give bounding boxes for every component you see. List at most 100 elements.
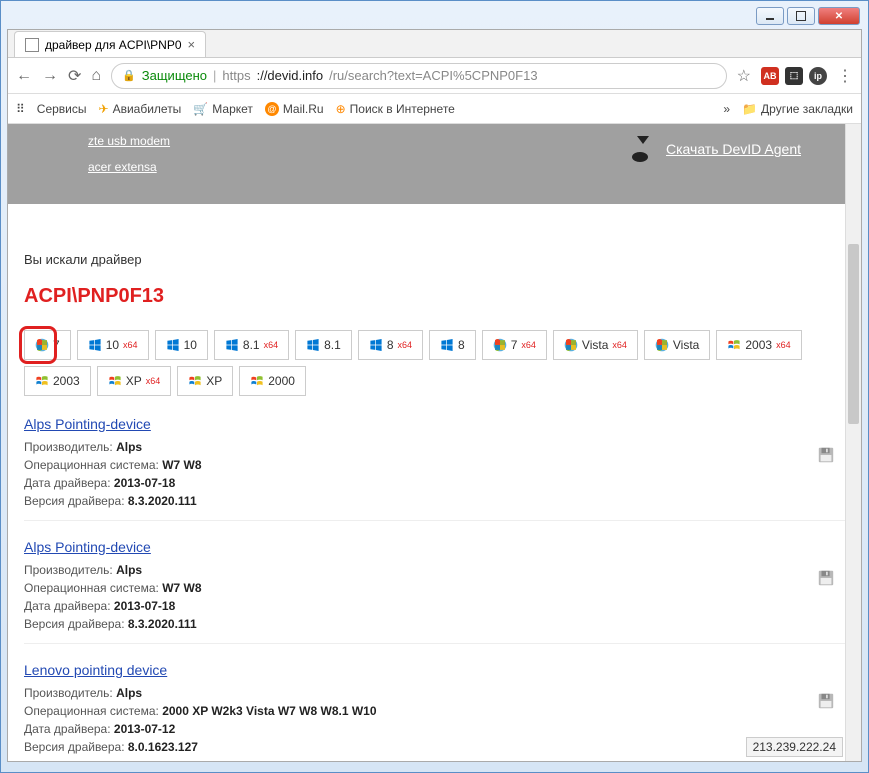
driver-version: Версия драйвера: 8.0.1623.127 (24, 738, 845, 756)
driver-manufacturer: Производитель: Alps (24, 438, 845, 456)
os-label: 10 (106, 338, 119, 352)
windows-logo-icon (88, 338, 102, 352)
windows-logo-icon (655, 338, 669, 352)
os-tab-10-x64[interactable]: 10x64 (77, 330, 149, 360)
ip-extension-icon[interactable]: ip (809, 67, 827, 85)
other-bookmarks[interactable]: 📁Другие закладки (742, 102, 853, 116)
extension-icons: AB ⬚ ip (761, 67, 827, 85)
os-tab-7[interactable]: 7 (24, 330, 71, 360)
os-label: XP (206, 374, 222, 388)
os-tab-10[interactable]: 10 (155, 330, 208, 360)
window-title-bar: ✕ (7, 7, 862, 29)
os-tab-8.1-x64[interactable]: 8.1x64 (214, 330, 289, 360)
x64-badge: x64 (521, 340, 536, 350)
tab-close-button[interactable]: × (188, 37, 196, 52)
site-header-gray: zte usb modem acer extensa Скачать DevID… (8, 124, 861, 204)
address-bar[interactable]: 🔒 Защищено | https://devid.info/ru/searc… (111, 63, 727, 89)
driver-item: Alps Pointing-deviceПроизводитель: AlpsО… (24, 539, 845, 644)
os-tab-7-x64[interactable]: 7x64 (482, 330, 547, 360)
os-label: Vista (582, 338, 608, 352)
windows-logo-icon (250, 374, 264, 388)
bookmark-mail[interactable]: @Mail.Ru (265, 102, 324, 116)
driver-list: Alps Pointing-deviceПроизводитель: AlpsО… (24, 416, 845, 761)
os-tab-XP[interactable]: XP (177, 366, 233, 396)
back-button[interactable]: ← (16, 67, 32, 85)
searched-label: Вы искали драйвер (24, 252, 845, 267)
os-tab-XP-x64[interactable]: XPx64 (97, 366, 172, 396)
url-host: ://devid.info (257, 68, 324, 83)
windows-logo-icon (493, 338, 507, 352)
lock-icon: 🔒 (122, 69, 136, 82)
driver-manufacturer: Производитель: Alps (24, 684, 845, 702)
bookmark-avia[interactable]: ✈Авиабилеты (99, 102, 182, 116)
driver-title-link[interactable]: Alps Pointing-device (24, 416, 151, 432)
windows-logo-icon (108, 374, 122, 388)
download-devid-agent-link[interactable]: Скачать DevID Agent (630, 136, 801, 162)
forward-button[interactable]: → (42, 67, 58, 85)
driver-title-link[interactable]: Lenovo pointing device (24, 662, 167, 678)
os-tab-8[interactable]: 8 (429, 330, 476, 360)
windows-logo-icon (727, 338, 741, 352)
x64-badge: x64 (146, 376, 161, 386)
bookmarks-bar: ⠿ Сервисы ✈Авиабилеты 🛒Маркет @Mail.Ru ⊕… (8, 94, 861, 124)
windows-logo-icon (440, 338, 454, 352)
bookmark-apps[interactable]: Сервисы (37, 102, 87, 116)
secure-label: Защищено (142, 68, 207, 83)
save-driver-button[interactable] (817, 446, 835, 464)
related-link-2[interactable]: acer extensa (88, 160, 781, 174)
driver-os: Операционная система: 2000 XP W2k3 Vista… (24, 702, 845, 720)
device-id-heading: ACPI\PNP0F13 (24, 285, 845, 308)
nav-toolbar: ← → ⟳ ⌂ 🔒 Защищено | https://devid.info/… (8, 58, 861, 94)
url-scheme: https (222, 68, 250, 83)
driver-title-link[interactable]: Alps Pointing-device (24, 539, 151, 555)
os-label: 8.1 (243, 338, 260, 352)
windows-logo-icon (369, 338, 383, 352)
os-tab-Vista-x64[interactable]: Vista x64 (553, 330, 638, 360)
os-label: 10 (184, 338, 197, 352)
os-tab-8.1[interactable]: 8.1 (295, 330, 352, 360)
windows-logo-icon (225, 338, 239, 352)
window-minimize-button[interactable] (756, 7, 784, 25)
driver-item: Alps Pointing-deviceПроизводитель: AlpsО… (24, 416, 845, 521)
page-content: zte usb modem acer extensa Скачать DevID… (8, 124, 861, 761)
os-label: 7 (53, 338, 60, 352)
reload-button[interactable]: ⟳ (68, 66, 81, 86)
os-tab-2003-x64[interactable]: 2003x64 (716, 330, 801, 360)
os-tab-8-x64[interactable]: 8x64 (358, 330, 423, 360)
home-button[interactable]: ⌂ (91, 67, 101, 85)
os-tab-2000[interactable]: 2000 (239, 366, 306, 396)
os-label: 2003 (53, 374, 80, 388)
bookmark-star-button[interactable]: ☆ (737, 66, 751, 86)
adblock-extension-icon[interactable]: AB (761, 67, 779, 85)
scrollbar-thumb[interactable] (848, 244, 859, 424)
driver-item: Lenovo pointing device Производитель: Alp… (24, 662, 845, 761)
driver-date: Дата драйвера: 2013-07-18 (24, 474, 845, 492)
os-label: 2000 (268, 374, 295, 388)
x64-badge: x64 (612, 340, 627, 350)
apps-button[interactable]: ⠿ (16, 102, 25, 116)
menu-button[interactable]: ⋮ (837, 66, 853, 86)
window-frame: ✕ драйвер для ACPI\PNP0 × ← → ⟳ ⌂ 🔒 Защи… (0, 0, 869, 773)
os-label: 8 (387, 338, 394, 352)
bookmark-market[interactable]: 🛒Маркет (193, 102, 253, 116)
extension-icon[interactable]: ⬚ (785, 67, 803, 85)
download-icon (630, 136, 656, 162)
vertical-scrollbar[interactable] (845, 124, 861, 761)
bookmarks-more[interactable]: » (723, 102, 730, 116)
os-label: 7 (511, 338, 518, 352)
window-maximize-button[interactable] (787, 7, 815, 25)
bookmark-search[interactable]: ⊕Поиск в Интернете (336, 102, 455, 116)
driver-version: Версия драйвера: 8.3.2020.111 (24, 615, 845, 633)
os-label: Vista (673, 338, 699, 352)
os-tab-Vista[interactable]: Vista (644, 330, 710, 360)
windows-logo-icon (35, 338, 49, 352)
os-tab-2003[interactable]: 2003 (24, 366, 91, 396)
driver-date: Дата драйвера: 2013-07-12 (24, 720, 845, 738)
tab-title: драйвер для ACPI\PNP0 (45, 38, 182, 52)
save-driver-button[interactable] (817, 692, 835, 710)
save-driver-button[interactable] (817, 569, 835, 587)
tab-favicon (25, 38, 39, 52)
window-close-button[interactable]: ✕ (818, 7, 860, 25)
os-label: 8 (458, 338, 465, 352)
browser-tab[interactable]: драйвер для ACPI\PNP0 × (14, 31, 206, 57)
